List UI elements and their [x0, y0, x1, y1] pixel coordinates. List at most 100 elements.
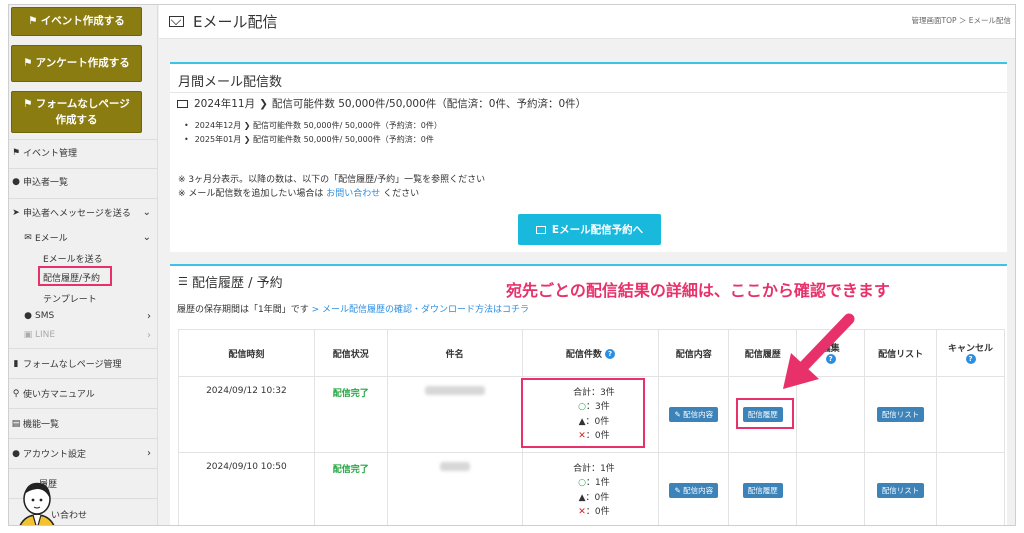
divider — [9, 378, 158, 379]
cell-subject — [386, 376, 523, 453]
flag-icon: ⚑ — [28, 15, 38, 28]
view-content-button[interactable]: ✎ 配信内容 — [669, 483, 719, 498]
panel-title: 月間メール配信数 — [178, 75, 283, 90]
cell-count: 合計：1件 ○：1件 ▲：0件 ✕：0件 — [521, 452, 660, 525]
download-help-link[interactable]: > メール配信履歴の確認・ダウンロード方法はコチラ — [309, 305, 529, 315]
divider — [9, 348, 158, 349]
count-highlight-box — [521, 378, 645, 448]
warning-icon: ▲ — [578, 492, 586, 503]
sidebar-item-account[interactable]: ● アカウント設定 › — [11, 447, 151, 460]
cell-cancel — [936, 376, 1005, 453]
envelope-icon — [535, 225, 546, 234]
sidebar-item-features[interactable]: ▤ 機能一覧 — [11, 417, 151, 431]
create-formless-page-button[interactable]: ⚑ フォームなしページ 作成する — [11, 91, 142, 133]
sidebar-item-email-template[interactable]: テンプレート — [43, 292, 97, 305]
sidebar-item-manual[interactable]: ⚲ 使い方マニュアル — [11, 387, 151, 401]
table-header-row: 配信時刻 配信状況 件名 配信件数 ? 配信内容 配信履歴 編集? 配信リスト … — [178, 329, 1005, 377]
sidebar: ⚑ イベント作成する ⚑ アンケート作成する ⚑ フォームなしページ 作成する ⚑ イベ… — [9, 5, 158, 525]
cell-subject — [386, 452, 523, 525]
search-icon: ⚲ — [12, 388, 20, 399]
send-icon: ➤ — [12, 207, 20, 218]
page-icon: ▮ — [13, 358, 19, 369]
line-icon: ▣ — [23, 330, 33, 340]
list-icon: ▤ — [11, 418, 21, 429]
list-item: 2025年01月 ❯ 配信可能件数 50,000件/ 50,000件（予約済：0… — [184, 134, 434, 145]
cell-edit — [796, 452, 866, 525]
chevron-down-icon: ⌄ — [142, 232, 151, 243]
history-highlight-box — [736, 398, 794, 429]
flag-icon: ⚑ — [11, 147, 21, 158]
cell-list: 配信リスト — [864, 376, 938, 453]
pointer-arrow-icon — [783, 313, 855, 389]
divider — [9, 438, 158, 439]
user-gear-icon: ● — [12, 448, 20, 459]
view-list-button[interactable]: 配信リスト — [876, 483, 925, 498]
reserve-email-button[interactable]: Eメール配信予約へ — [518, 214, 661, 245]
create-survey-button[interactable]: ⚑ アンケート作成する — [11, 45, 142, 82]
envelope-icon — [169, 16, 184, 27]
annotation-text: 宛先ごとの配信結果の詳細は、ここから確認できます — [506, 281, 890, 300]
retention-note: 履歴の保存期間は「1年間」です > メール配信履歴の確認・ダウンロード方法はコチ… — [177, 305, 529, 315]
table-row: 2024/09/10 10:50 配信完了 合計：1件 ○：1件 ▲：0件 ✕：… — [178, 452, 1005, 525]
cell-list: 配信リスト — [864, 452, 938, 525]
column-header: 配信状況 — [313, 329, 388, 377]
monthly-count-panel: 月間メール配信数 2024年11月 ❯ 配信可能件数 50,000件/50,00… — [170, 62, 1007, 252]
current-month-line: 2024年11月 ❯ 配信可能件数 50,000件/50,000件（配信済：0件… — [177, 96, 586, 111]
cell-history: 配信履歴 — [728, 452, 798, 525]
divider — [170, 92, 1007, 93]
help-icon[interactable]: ? — [605, 349, 616, 359]
contact-link[interactable]: お問い合わせ — [326, 189, 380, 199]
cell-time: 2024/09/10 10:50 — [178, 452, 315, 525]
help-icon[interactable]: ? — [965, 354, 976, 365]
chevron-right-icon: › — [147, 310, 151, 322]
divider — [9, 168, 158, 169]
sidebar-item-line[interactable]: ▣ LINE › — [23, 329, 151, 341]
chevron-right-icon: › — [147, 448, 151, 459]
envelope-icon — [177, 99, 188, 108]
blurred-subject — [439, 462, 470, 471]
flag-icon: ⚑ — [23, 97, 33, 110]
chevron-right-icon: › — [147, 329, 151, 341]
user-icon: ● — [12, 176, 20, 187]
page-title: Eメール配信 — [169, 11, 277, 32]
list-item: 2024年12月 ❯ 配信可能件数 50,000件/ 50,000件（予約済：0… — [184, 120, 442, 131]
sidebar-item-email-send[interactable]: Eメールを送る — [43, 252, 103, 265]
sidebar-item-send-message[interactable]: ➤ 申込者へメッセージを送る ⌄ — [11, 206, 151, 219]
divider — [9, 139, 158, 140]
divider — [9, 408, 158, 409]
column-header: 配信リスト — [864, 329, 938, 377]
column-header: 件名 — [386, 329, 523, 377]
column-header: キャンセル? — [936, 329, 1005, 377]
sidebar-item-formless-page[interactable]: ▮ フォームなしページ管理 — [11, 357, 151, 371]
view-content-button[interactable]: ✎ 配信内容 — [669, 407, 719, 422]
error-icon: ✕ — [578, 506, 586, 517]
page-header: Eメール配信 管理画面TOP ＞ Eメール配信 — [159, 5, 1015, 39]
create-event-button[interactable]: ⚑ イベント作成する — [11, 7, 142, 36]
sidebar-item-applicants[interactable]: ● 申込者一覧 — [11, 175, 151, 189]
flag-icon: ⚑ — [23, 57, 33, 70]
view-history-button[interactable]: 配信履歴 — [742, 483, 783, 498]
cell-cancel — [936, 452, 1005, 525]
breadcrumb[interactable]: 管理画面TOP ＞ Eメール配信 — [911, 15, 1011, 26]
cell-status: 配信完了 — [313, 376, 388, 453]
sidebar-item-event-management[interactable]: ⚑ イベント管理 — [11, 146, 151, 160]
panel-title: ☰ 配信履歴 / 予約 — [178, 275, 283, 291]
sidebar-item-contact[interactable]: い合わせ — [51, 508, 151, 521]
view-list-button[interactable]: 配信リスト — [876, 407, 925, 422]
list-icon: ☰ — [178, 275, 188, 288]
column-header: 配信時刻 — [178, 329, 315, 377]
blurred-subject — [424, 386, 485, 395]
success-icon: ○ — [578, 478, 586, 489]
cell-status: 配信完了 — [313, 452, 388, 525]
sidebar-item-email[interactable]: ✉ Eメール ⌄ — [23, 231, 151, 244]
divider — [9, 468, 158, 469]
column-header: 配信内容 — [658, 329, 730, 377]
chat-icon: ● — [24, 311, 32, 321]
divider — [9, 198, 158, 199]
app-frame: ⚑ イベント作成する ⚑ アンケート作成する ⚑ フォームなしページ 作成する ⚑ イベ… — [8, 4, 1016, 526]
mascot-avatar — [19, 482, 55, 525]
highlight-box — [38, 266, 112, 286]
note-text: ※ メール配信数を追加したい場合は お問い合わせ ください — [178, 189, 420, 199]
sidebar-item-sms[interactable]: ● SMS › — [23, 310, 151, 322]
cell-content: ✎ 配信内容 — [658, 452, 730, 525]
